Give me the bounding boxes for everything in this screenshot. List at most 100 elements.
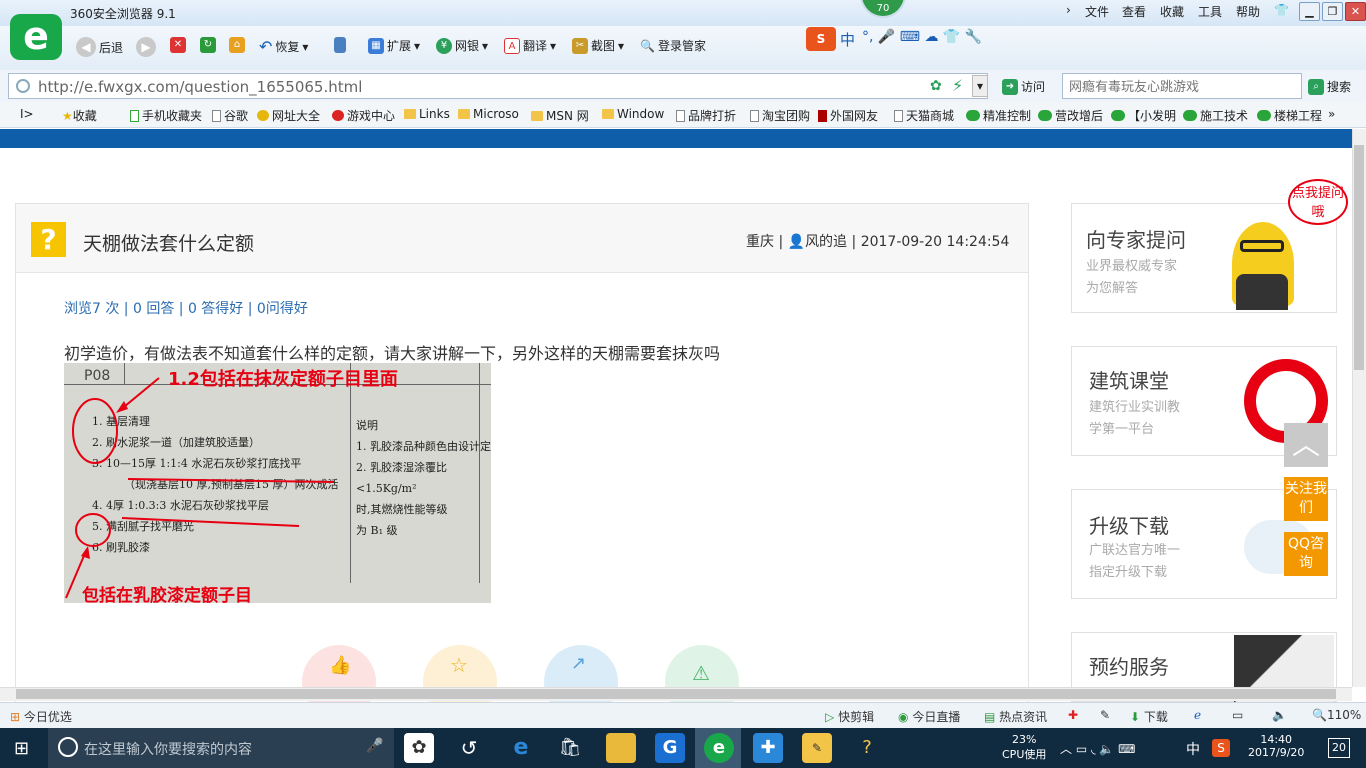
menu-favorites[interactable]: 收藏 [1160,3,1184,20]
author[interactable]: 风的追 [805,234,847,250]
fav-item[interactable]: 营改增后 [1038,107,1103,124]
back-to-top-button[interactable]: ︿ [1284,423,1328,467]
cpu-usage[interactable]: 23% CPU使用 [1002,733,1046,762]
download-button[interactable]: ⬇ 下载 [1130,708,1168,725]
microphone-icon[interactable]: 🎤 [366,738,383,754]
browser-logo[interactable]: e [10,14,62,60]
ime-mode[interactable]: 中 [840,29,855,50]
spiral-app-icon[interactable]: ↺ [454,733,484,763]
wechat-icon [966,110,980,121]
fav-item[interactable]: 手机收藏夹 [130,107,202,124]
location[interactable]: 重庆 [746,234,774,250]
volume-icon[interactable]: 🔈 [1272,708,1287,722]
mobile-button[interactable] [334,37,346,53]
fav-item[interactable]: 外国网友 [818,107,878,124]
sogou-tray-icon[interactable]: S [1212,739,1230,757]
fav-item[interactable]: 品牌打折 [676,107,736,124]
search-input[interactable] [1062,73,1302,99]
url-dropdown[interactable]: ▾ [972,75,988,97]
restore-tabs-button[interactable]: ↶ 恢复 ▾ [259,37,308,56]
shirt-icon[interactable]: 👕 [1274,3,1289,17]
fav-more-icon[interactable]: » [1328,107,1335,121]
minimize-button[interactable]: ▁ [1299,2,1320,21]
fav-item[interactable]: 谷歌 [212,107,248,124]
clock[interactable]: 14:40 2017/9/20 [1248,733,1304,759]
flag-icon [818,110,827,122]
live-button[interactable]: ◉ 今日直播 [898,708,960,725]
news-button[interactable]: ▤ 热点资讯 [984,708,1047,725]
ime-indicator[interactable]: 中 [1186,739,1200,759]
qq-consult-button[interactable]: QQ咨询 [1284,532,1328,576]
menu-help[interactable]: 帮助 [1236,3,1260,20]
search-button[interactable]: ⌕ 搜索 [1308,78,1351,95]
tray-icons[interactable]: ︿ ▭ ◟ 🔈 ⌨ [1060,740,1136,757]
fav-item[interactable]: 【小发明 [1111,107,1176,124]
extend-button[interactable]: ▦ 扩展 ▾ [368,37,420,54]
fav-item[interactable]: 楼梯工程 [1257,107,1322,124]
fav-item[interactable]: 精准控制 [966,107,1031,124]
close-button[interactable]: ✕ [1345,2,1366,21]
notification-center[interactable]: 20 [1328,738,1350,758]
fav-item[interactable]: Links [404,107,450,121]
menu-view[interactable]: 查看 [1122,3,1146,20]
scrollbar-thumb[interactable] [1354,145,1364,370]
question-meta: 重庆 | 👤风的追 | 2017-09-20 14:24:54 [746,234,1010,250]
file-explorer-icon[interactable] [606,733,636,763]
restore-button[interactable]: ❐ [1322,2,1343,21]
fav-item[interactable]: 天猫商城 [894,107,954,124]
zoom-level[interactable]: 🔍110% [1312,708,1361,722]
taskbar-search[interactable]: 在这里输入你要搜索的内容 [48,728,394,768]
ask-bubble[interactable]: 点我提问哦 [1288,179,1348,225]
windows-start-icon[interactable]: ⊞ [14,738,29,759]
security-icon[interactable]: ✿ [930,78,942,94]
screenshot-button[interactable]: ✂ 截图 ▾ [572,37,624,54]
chevron-right-icon[interactable]: › [1066,3,1071,17]
ime-toolbar-icons[interactable]: °, 🎤 ⌨ ☁ 👕 🔧 [862,29,982,45]
daily-pick[interactable]: ⊞ 今日优选 [10,708,72,725]
fav-item[interactable]: 淘宝团购 [750,107,810,124]
fav-item[interactable]: 施工技术 [1183,107,1248,124]
menu-file[interactable]: 文件 [1085,3,1109,20]
menu-tools[interactable]: 工具 [1198,3,1222,20]
g-app-icon[interactable]: G [655,733,685,763]
fav-item[interactable]: Window [602,107,664,121]
fav-item[interactable]: 游戏中心 [332,107,395,124]
ask-expert-card[interactable]: 向专家提问 业界最权威专家 为您解答 [1071,203,1337,313]
refresh-button[interactable]: ↻ [200,37,216,53]
sogou-ime-icon[interactable]: S [806,27,836,51]
url-text[interactable]: http://e.fwxgx.com/question_1655065.html [38,78,362,96]
translate-button[interactable]: A 翻译 ▾ [504,37,556,54]
sidebar-toggle-icon[interactable]: I> [20,107,34,121]
back-button[interactable]: ◀ 后退 [76,37,123,57]
window-icon[interactable]: ▭ [1232,708,1243,722]
login-manager-button[interactable]: 🔍 登录管家 [640,37,706,54]
tool-icon[interactable]: ✎ [1100,708,1110,722]
netbank-button[interactable]: ¥ 网银 ▾ [436,37,488,54]
cortana-icon[interactable] [58,737,78,757]
notes-app-icon[interactable]: ✎ [802,733,832,763]
scrollbar-thumb[interactable] [16,689,1336,699]
task-view-icon[interactable]: ✿ [404,733,434,763]
fav-collect[interactable]: ★收藏 [62,107,97,124]
ie-icon[interactable]: ℯ [1194,708,1201,722]
kuaijian-button[interactable]: ▷ 快剪辑 [825,708,874,725]
forward-button[interactable]: ▶ [136,37,156,57]
visit-button[interactable]: ➜ 访问 [1002,78,1045,95]
fav-item[interactable]: Microso [458,107,519,121]
360-browser-task-icon[interactable]: e [704,733,734,763]
follow-us-button[interactable]: 关注我们 [1284,477,1328,521]
edge-icon[interactable]: e [506,733,536,763]
cross-app-icon[interactable]: ✚ [753,733,783,763]
fav-label: 外国网友 [830,109,879,123]
stop-button[interactable]: ✕ [170,37,186,53]
lightning-icon[interactable]: ⚡ [952,76,963,95]
document-icon [212,110,221,122]
app-title: 360安全浏览器 9.1 [70,7,176,21]
home-button[interactable]: ⌂ [229,37,245,53]
store-icon[interactable]: 🛍 [555,733,585,763]
help-app-icon[interactable]: ? [852,733,882,763]
question-image[interactable]: P08 1. 基层清理 2. 刷水泥浆一道（加建筑胶适量） 3. 10—15厚 … [64,363,491,606]
plus-icon[interactable]: ✚ [1068,708,1078,722]
fav-item[interactable]: 网址大全 [257,107,320,124]
fav-item[interactable]: MSN 网 [531,107,589,124]
